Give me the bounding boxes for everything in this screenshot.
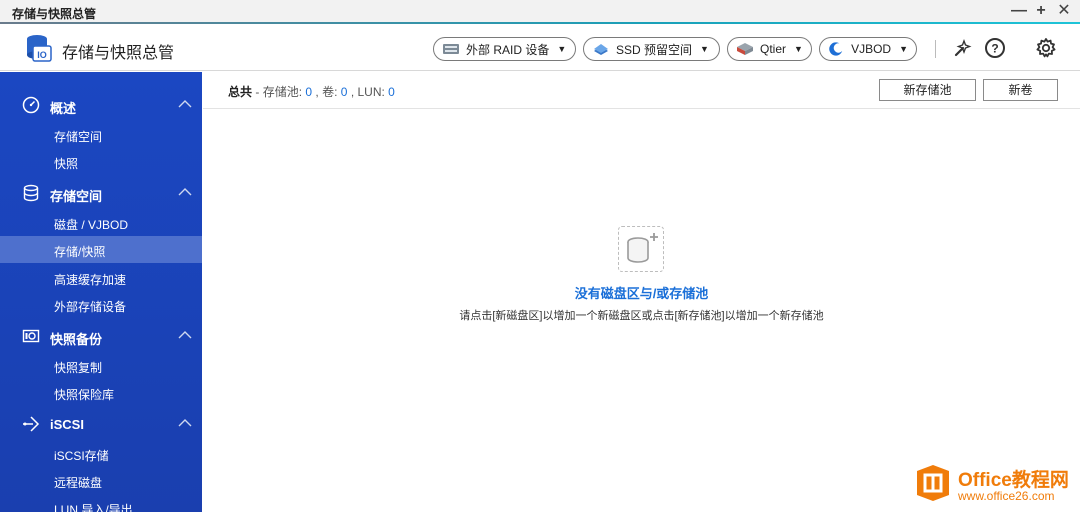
sidebar-section-label: 概述 <box>50 101 77 116</box>
add-disk-icon <box>627 233 658 263</box>
chevron-down-icon: ▼ <box>794 44 803 54</box>
chevron-down-icon: ▼ <box>899 44 908 54</box>
sidebar-nav: 概述 存储空间 快照 存储空间 磁盘 / VJBOD 存储/快照 高速缓存加速 … <box>0 72 202 512</box>
header-divider <box>935 40 936 58</box>
qtier-icon <box>737 43 753 55</box>
sidebar-section-snapshot-backup[interactable]: 快照备份 <box>0 322 202 350</box>
maximize-button[interactable]: + <box>1032 2 1050 20</box>
chevron-up-icon <box>178 100 192 108</box>
chevron-up-icon <box>178 331 192 339</box>
main-content: 总共 - 存储池: 0 , 卷: 0 , LUN: 0 新存储池 新卷 没有磁盘… <box>203 72 1080 512</box>
diagnostics-icon[interactable] <box>952 37 974 59</box>
sidebar-section-iscsi[interactable]: iSCSI <box>0 410 202 438</box>
sidebar-item-label: 快照复制 <box>54 361 103 375</box>
pool-count-label: 存储池: <box>262 85 303 99</box>
storage-app-icon: IO <box>27 35 52 62</box>
window-title: 存储与快照总管 <box>12 7 97 21</box>
new-storage-pool-button[interactable]: 新存储池 <box>879 79 976 101</box>
gear-icon[interactable] <box>1035 37 1057 59</box>
sidebar-item-storage-space[interactable]: 存储空间 <box>0 121 202 148</box>
sidebar-item-label: 快照保险库 <box>54 388 115 402</box>
vjbod-label: VJBOD <box>851 42 892 56</box>
volume-count-label: 卷: <box>322 85 338 99</box>
raid-device-icon <box>443 44 459 54</box>
sidebar-item-cache-acceleration[interactable]: 高速缓存加速 <box>0 264 202 291</box>
ssd-icon <box>594 44 608 55</box>
empty-state-title: 没有磁盘区与/或存储池 <box>574 286 709 301</box>
sidebar-item-lun-import-export[interactable]: LUN 导入/导出 <box>0 494 202 512</box>
watermark: Office教程网 www.office26.com <box>914 461 1074 507</box>
summary-label: 总共 <box>228 85 253 99</box>
snapshot-icon <box>22 329 40 343</box>
window-titlebar: 存储与快照总管 — + ✕ <box>0 0 1080 24</box>
lun-count-label: LUN: <box>357 85 385 99</box>
dashboard-icon <box>22 96 40 114</box>
chevron-up-icon <box>178 188 192 196</box>
app-header: IO 存储与快照总管 外部 RAID 设备 ▼ SSD 预留空间 ▼ Qtier… <box>0 24 1080 71</box>
minimize-button[interactable]: — <box>1010 2 1028 20</box>
sidebar-item-iscsi-storage[interactable]: iSCSI存储 <box>0 440 202 467</box>
summary-sep: - <box>255 85 263 99</box>
vjbod-icon <box>829 42 843 56</box>
summary-text: 总共 - 存储池: 0 , 卷: 0 , LUN: 0 <box>228 83 395 100</box>
chevron-down-icon: ▼ <box>700 44 709 54</box>
sidebar-section-label: 快照备份 <box>50 332 103 347</box>
sidebar-item-snapshot[interactable]: 快照 <box>0 148 202 175</box>
sidebar-item-label: 外部存储设备 <box>54 300 127 314</box>
sidebar-item-storage-snapshot[interactable]: 存储/快照 <box>0 236 202 263</box>
volume-count: 0 <box>340 85 348 99</box>
sidebar-section-storage[interactable]: 存储空间 <box>0 179 202 207</box>
sidebar-item-disks-vjbod[interactable]: 磁盘 / VJBOD <box>0 209 202 236</box>
svg-text:IO: IO <box>37 50 47 60</box>
qtier-label: Qtier <box>760 42 787 56</box>
sidebar-item-snapshot-vault[interactable]: 快照保险库 <box>0 379 202 406</box>
sidebar-item-label: 存储空间 <box>54 130 103 144</box>
chevron-down-icon: ▼ <box>557 44 567 54</box>
sidebar-item-external-storage[interactable]: 外部存储设备 <box>0 291 202 318</box>
lun-count: 0 <box>388 85 395 99</box>
sidebar-section-label: iSCSI <box>50 417 84 432</box>
ssd-overprovision-label: SSD 预留空间 <box>616 42 693 57</box>
qtier-button[interactable]: Qtier ▼ <box>727 37 812 61</box>
sidebar-item-label: LUN 导入/导出 <box>54 503 133 512</box>
external-raid-label: 外部 RAID 设备 <box>466 42 550 57</box>
empty-state-description: 请点击[新磁盘区]以增加一个新磁盘区或点击[新存储池]以增加一个新存储池 <box>459 310 824 322</box>
add-pool-icon[interactable] <box>618 226 664 272</box>
sidebar-item-label: 高速缓存加速 <box>54 273 127 287</box>
help-icon[interactable]: ? <box>984 37 1006 59</box>
database-icon <box>23 184 39 202</box>
chevron-up-icon <box>178 419 192 427</box>
sidebar-item-remote-disk[interactable]: 远程磁盘 <box>0 467 202 494</box>
sidebar-item-label: 快照 <box>54 157 79 171</box>
sidebar-item-label: 远程磁盘 <box>54 476 103 490</box>
iscsi-icon <box>23 416 40 432</box>
new-volume-button[interactable]: 新卷 <box>983 79 1058 101</box>
close-button[interactable]: ✕ <box>1055 2 1073 20</box>
app-title: 存储与快照总管 <box>62 45 175 62</box>
summary-bar: 总共 - 存储池: 0 , 卷: 0 , LUN: 0 新存储池 新卷 <box>203 72 1080 109</box>
sidebar-item-label: iSCSI存储 <box>54 449 109 463</box>
ssd-overprovision-button[interactable]: SSD 预留空间 ▼ <box>583 37 720 61</box>
sidebar-section-overview[interactable]: 概述 <box>0 91 202 119</box>
watermark-url: www.office26.com <box>958 489 1055 503</box>
svg-text:?: ? <box>991 42 998 56</box>
vjbod-button[interactable]: VJBOD ▼ <box>819 37 917 61</box>
watermark-name: Office教程网 <box>958 470 1069 491</box>
sidebar-section-label: 存储空间 <box>50 189 103 204</box>
external-raid-button[interactable]: 外部 RAID 设备 ▼ <box>433 37 576 61</box>
office-logo-icon <box>917 465 949 501</box>
sidebar-item-snapshot-replica[interactable]: 快照复制 <box>0 352 202 379</box>
sidebar-item-label: 磁盘 / VJBOD <box>54 218 129 232</box>
pool-count: 0 <box>305 85 313 99</box>
sidebar-item-label: 存储/快照 <box>54 245 106 259</box>
